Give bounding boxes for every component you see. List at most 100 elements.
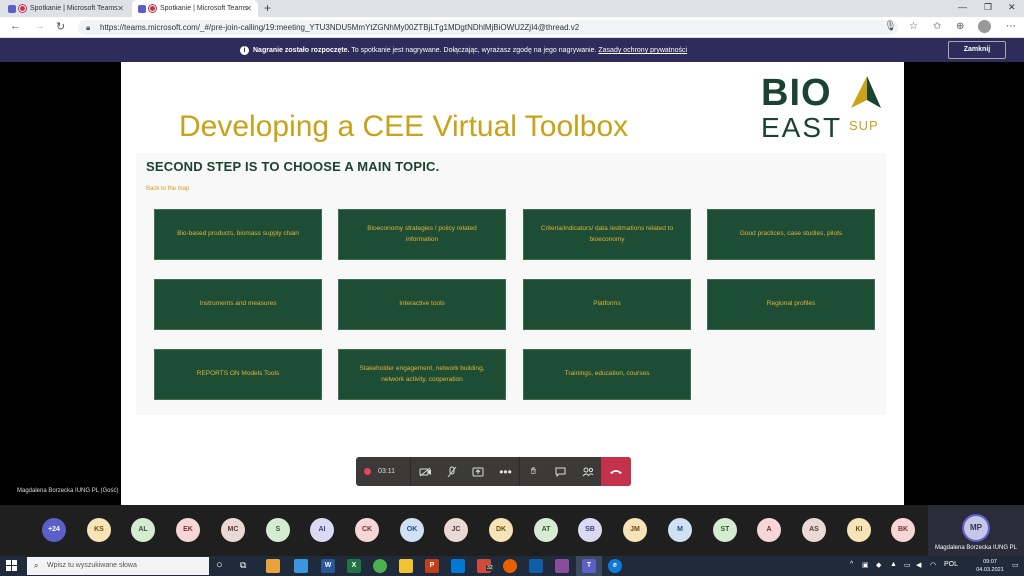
chrome-app-icon[interactable]	[373, 559, 387, 573]
edge-app-icon[interactable]: e	[608, 559, 622, 573]
participant-avatar[interactable]: JC	[444, 518, 468, 542]
participant-avatar[interactable]: KI	[847, 518, 871, 542]
participant-avatar[interactable]: S	[266, 518, 290, 542]
tray-app-icon[interactable]: ◆	[876, 561, 881, 569]
participants-icon[interactable]	[574, 457, 601, 486]
bioeast-logo: BIO EAST SUP	[761, 72, 891, 143]
participant-avatar[interactable]: DK	[489, 518, 513, 542]
extensions-icon[interactable]: ⊕	[956, 21, 964, 32]
back-arrow-icon[interactable]: ←	[10, 20, 21, 32]
participant-avatar[interactable]: AS	[802, 518, 826, 542]
restore-icon[interactable]: ❐	[984, 2, 992, 13]
recording-dot-icon	[364, 468, 371, 475]
topic-tile-platforms[interactable]: Platforms	[523, 279, 691, 330]
url-text: https://teams.microsoft.com/_#/pre-join-…	[100, 23, 580, 32]
language-indicator[interactable]: POL	[944, 561, 958, 568]
topic-tile-interactive-tools[interactable]: Interactive tools	[338, 279, 506, 330]
participant-avatar[interactable]: AL	[131, 518, 155, 542]
microphone-icon[interactable]: 🎙︎	[884, 21, 897, 32]
word-app-icon[interactable]: W	[321, 559, 335, 573]
topic-tile-stakeholder-engagement[interactable]: Stakeholder engagement, network building…	[338, 349, 506, 400]
topic-panel: SECOND STEP IS TO CHOOSE A MAIN TOPIC. B…	[136, 153, 886, 415]
participant-avatar[interactable]: OK	[400, 518, 424, 542]
more-actions-icon[interactable]: •••	[492, 457, 519, 486]
cortana-icon[interactable]: ○	[216, 559, 223, 571]
participant-avatar[interactable]: SB	[578, 518, 602, 542]
topic-tile-bioeconomy-strategies[interactable]: Bioeconomy strategies / policy related i…	[338, 209, 506, 260]
collections-icon[interactable]: ✩	[933, 21, 941, 32]
windows-start-icon[interactable]	[6, 560, 17, 574]
participant-avatar[interactable]: AT	[534, 518, 558, 542]
reload-icon[interactable]: ↻	[56, 20, 65, 33]
url-field[interactable]: 🔒︎ https://teams.microsoft.com/_#/pre-jo…	[78, 20, 898, 35]
profile-icon[interactable]	[978, 20, 991, 33]
participant-avatar[interactable]: ST	[713, 518, 737, 542]
teams-icon	[138, 4, 146, 13]
close-tab-icon[interactable]: ✕	[117, 4, 124, 13]
participant-avatar[interactable]: EK	[176, 518, 200, 542]
participant-avatar[interactable]: CK	[355, 518, 379, 542]
topic-tile-good-practices[interactable]: Good practices, case studies, pilots	[707, 209, 875, 260]
back-to-map-link[interactable]: Back to the map	[146, 186, 189, 192]
topic-tile-reports[interactable]: REPORTS ON Models Tools	[154, 349, 322, 400]
participant-avatar[interactable]: +24	[42, 518, 66, 542]
app-icon[interactable]	[555, 559, 569, 573]
volume-icon[interactable]: ◀	[916, 561, 921, 569]
hang-up-button[interactable]	[601, 457, 631, 486]
participant-avatar[interactable]: M	[668, 518, 692, 542]
browser-tab-active[interactable]: Spotkanie | Microsoft Teams ✕	[132, 0, 258, 17]
outlook-app-icon[interactable]	[529, 559, 543, 573]
close-tab-icon[interactable]: ✕	[245, 4, 252, 13]
notification-badge: 32	[486, 565, 494, 571]
browser-tab[interactable]: Spotkanie | Microsoft Teams ✕	[2, 0, 130, 17]
powerpoint-app-icon[interactable]: P	[425, 559, 439, 573]
microphone-off-icon[interactable]	[438, 457, 465, 486]
topic-tile-criteria-indicators[interactable]: Criteria/indicators/ data /estimations r…	[523, 209, 691, 260]
participant-avatar[interactable]: AI	[310, 518, 334, 542]
close-window-icon[interactable]: ✕	[1008, 2, 1016, 13]
raise-hand-icon[interactable]: ✋︎	[520, 457, 547, 486]
topic-tile-trainings[interactable]: Trainings, education, courses	[523, 349, 691, 400]
close-banner-button[interactable]: Zamknij	[948, 41, 1006, 59]
wifi-icon[interactable]: ◠	[930, 561, 936, 569]
notifications-icon[interactable]: ▭	[1012, 561, 1019, 569]
panel-heading: SECOND STEP IS TO CHOOSE A MAIN TOPIC.	[146, 159, 440, 174]
new-tab-icon[interactable]: +	[264, 1, 271, 15]
system-clock[interactable]: 09:07 04.03.2021	[970, 558, 1010, 574]
task-view-icon[interactable]: ⧉	[240, 560, 246, 571]
search-icon: ⌕	[34, 561, 39, 570]
camera-off-icon[interactable]	[412, 457, 439, 486]
participant-avatar[interactable]: KS	[87, 518, 111, 542]
share-screen-icon[interactable]	[464, 457, 491, 486]
calculator-app-icon[interactable]	[451, 559, 465, 573]
taskbar-search-box[interactable]: ⌕ Wpisz tu wyszukiwane słowa	[27, 557, 209, 575]
firefox-app-icon[interactable]	[503, 559, 517, 573]
tray-chevron-icon[interactable]: ^	[850, 561, 853, 568]
topic-tile-biobased-products[interactable]: Bio-based products, biomass supply chain	[154, 209, 322, 260]
folder-app-icon[interactable]	[399, 559, 413, 573]
photos-app-icon[interactable]	[266, 559, 280, 573]
topic-tile-instruments[interactable]: Instruments and measures	[154, 279, 322, 330]
explorer-app-icon[interactable]	[294, 559, 308, 573]
teams-icon	[8, 4, 16, 13]
excel-app-icon[interactable]: X	[347, 559, 361, 573]
tray-nvidia-icon[interactable]: ▲	[890, 561, 897, 568]
privacy-policy-link[interactable]: Zasady ochrony prywatności	[598, 47, 687, 54]
tray-app-icon[interactable]: ▣	[862, 561, 869, 569]
shared-screen: Developing a CEE Virtual Toolbox BIO EAS…	[121, 62, 904, 505]
favorite-star-icon[interactable]: ☆	[909, 21, 918, 32]
participant-avatar[interactable]: JM	[623, 518, 647, 542]
teams-app-icon[interactable]: T	[582, 559, 596, 573]
minimize-icon[interactable]: —	[958, 2, 967, 12]
chat-icon[interactable]	[547, 457, 574, 486]
forward-arrow-icon[interactable]: →	[34, 20, 45, 32]
participant-avatar[interactable]: BK	[891, 518, 915, 542]
self-video-tile[interactable]: MP Magdalena Borzecka IUNG PL	[928, 505, 1024, 556]
network-icon[interactable]: ▭	[904, 561, 911, 569]
more-menu-icon[interactable]: ⋯	[1006, 21, 1016, 32]
participant-avatar[interactable]: A	[757, 518, 781, 542]
call-controls-bar: 03:11 ••• ✋︎	[356, 457, 631, 486]
topic-tile-regional-profiles[interactable]: Regional profiles	[707, 279, 875, 330]
participant-avatar[interactable]: MC	[221, 518, 245, 542]
call-timer: 03:11	[378, 468, 395, 475]
